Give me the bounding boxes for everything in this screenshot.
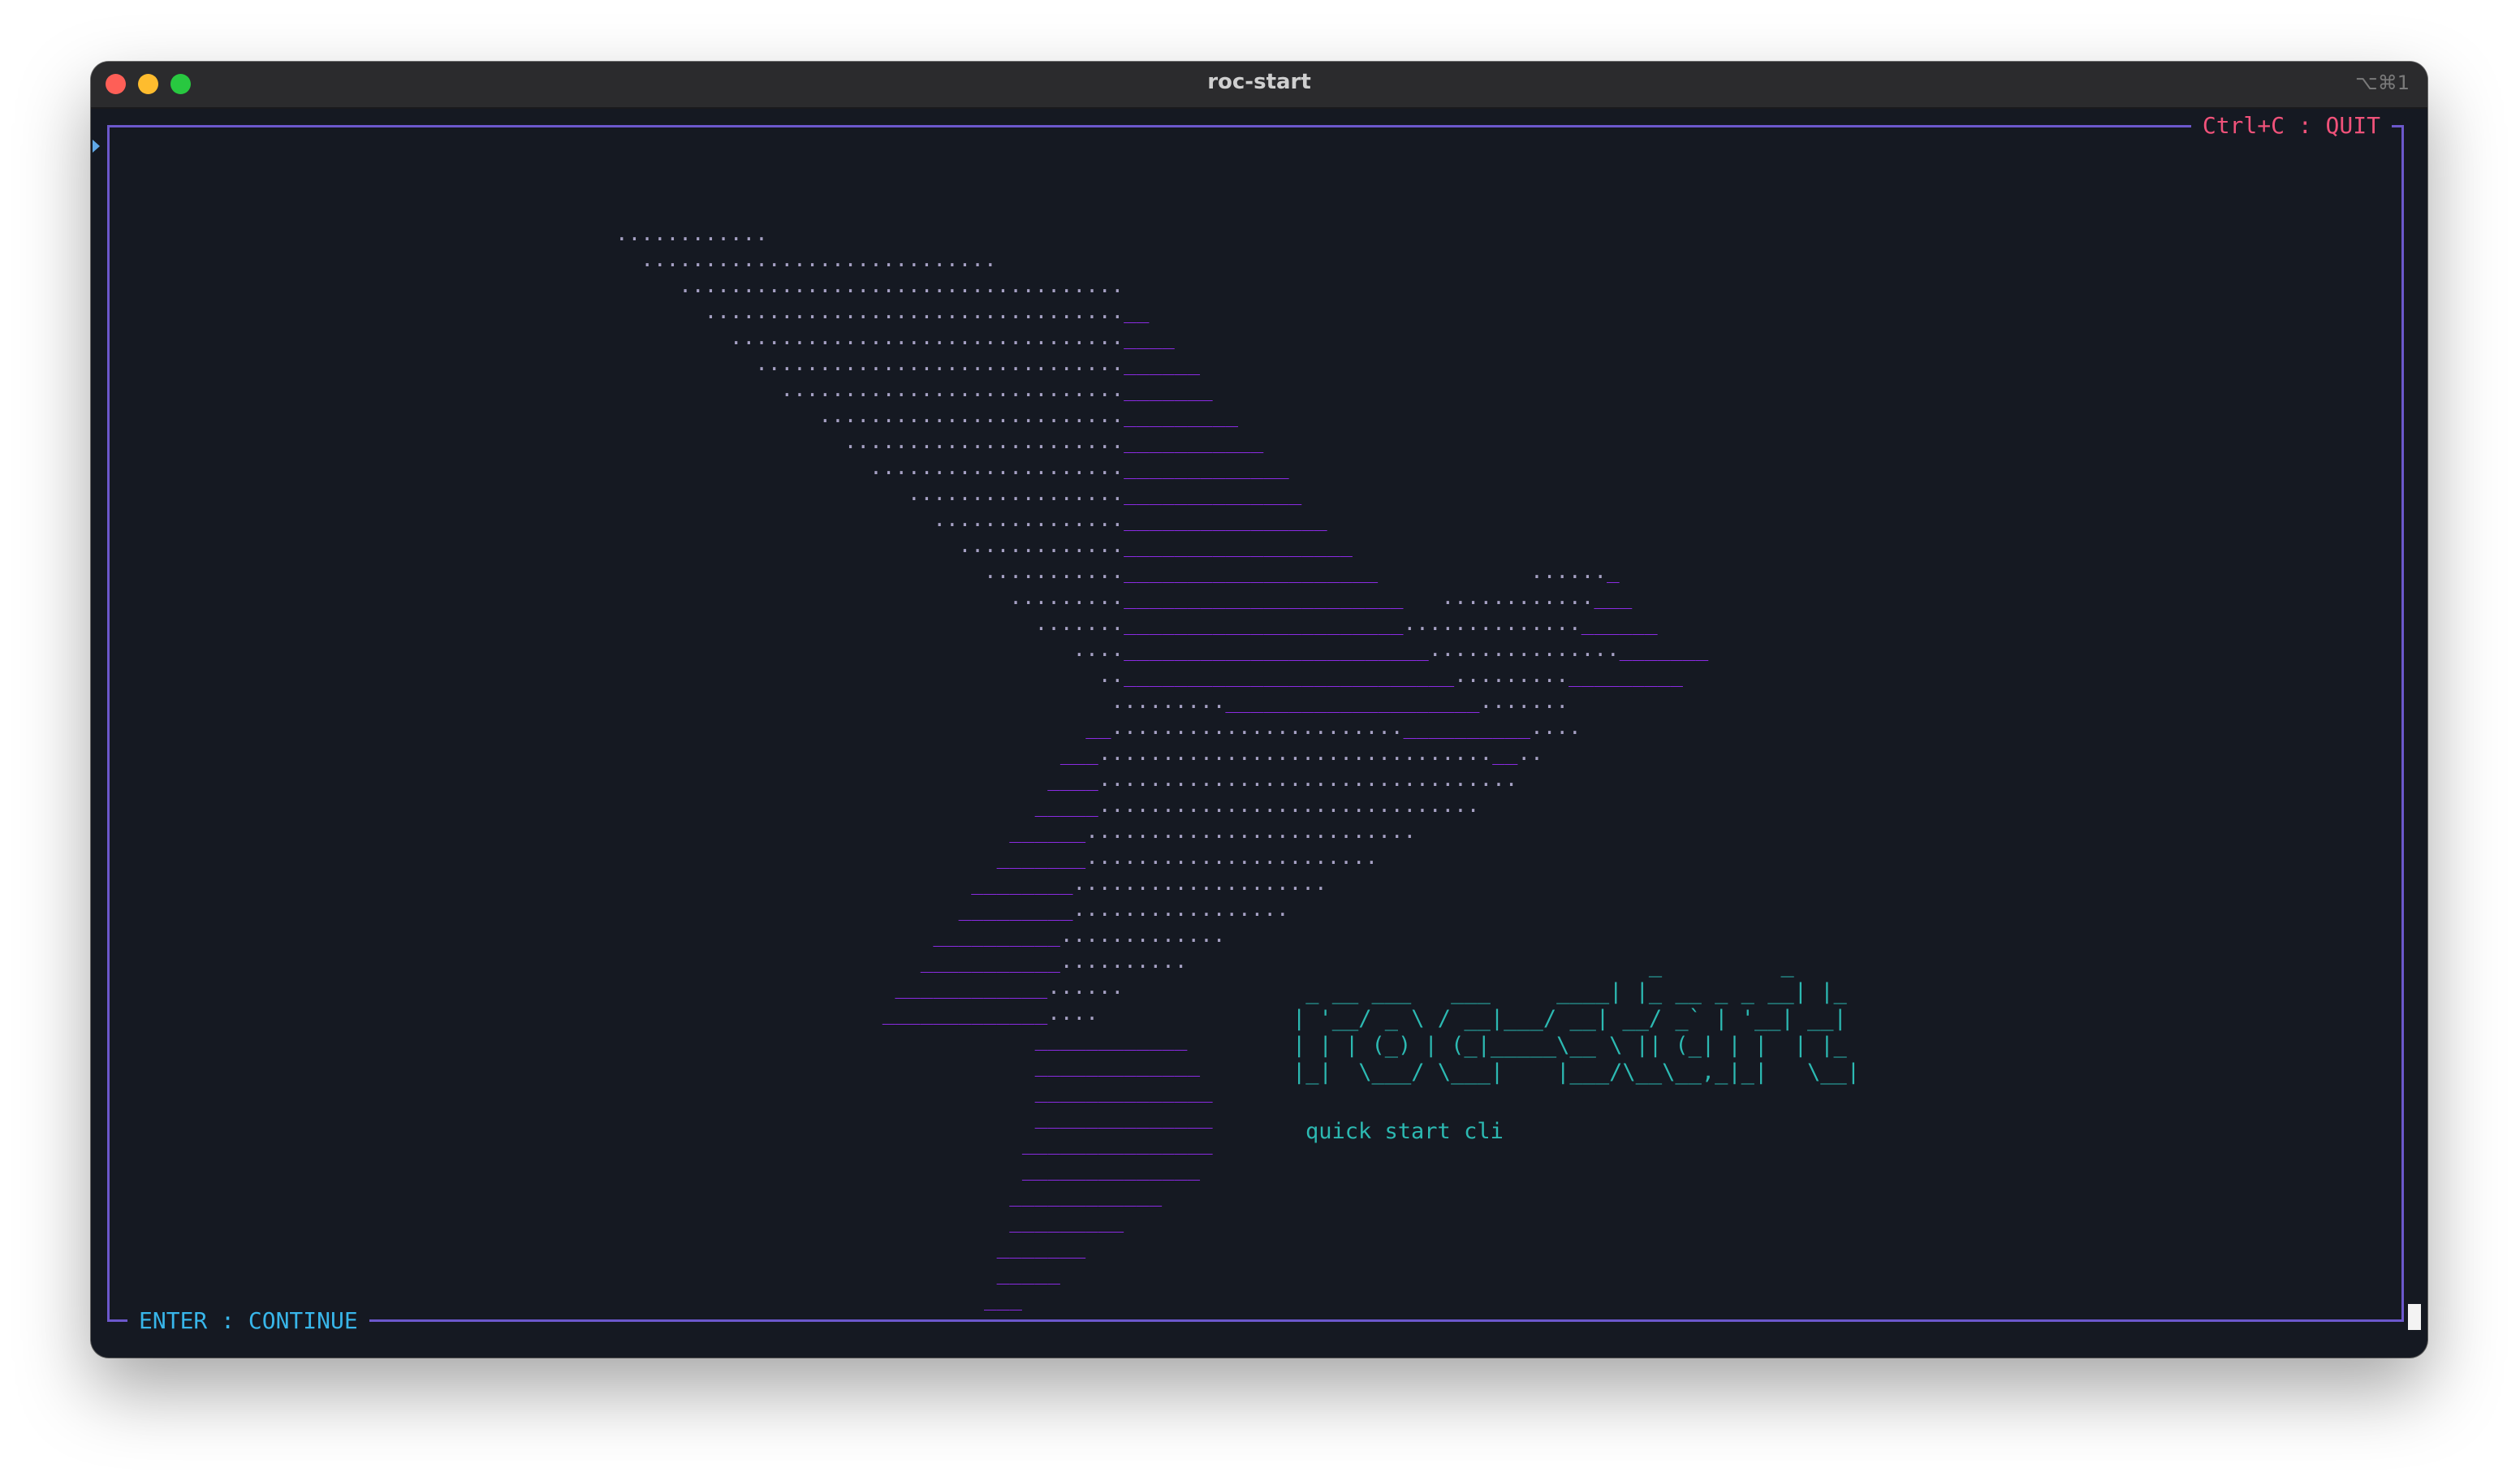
roc-bird-ascii-art: ............ ...........................… xyxy=(615,222,1709,1311)
quit-hint: Ctrl+C : QUIT xyxy=(2190,113,2392,139)
terminal-window: roc-start ⌥⌘1 Ctrl+C : QUIT ENTER : CONT… xyxy=(91,62,2427,1358)
tagline: quick start cli xyxy=(1305,1119,1504,1144)
window-shortcut: ⌥⌘1 xyxy=(2355,71,2410,94)
continue-hint: ENTER : CONTINUE xyxy=(127,1308,369,1334)
terminal-cursor xyxy=(2408,1304,2421,1330)
prompt-marker-icon xyxy=(93,140,100,153)
roc-start-ascii-logo: _ _ _ __ ___ ___ ____| |_ __ _ _ __| |_ … xyxy=(1292,952,1860,1085)
terminal-content[interactable]: Ctrl+C : QUIT ENTER : CONTINUE .........… xyxy=(91,107,2427,1358)
title-bar: roc-start ⌥⌘1 xyxy=(91,62,2427,109)
window-title: roc-start xyxy=(1207,70,1311,94)
